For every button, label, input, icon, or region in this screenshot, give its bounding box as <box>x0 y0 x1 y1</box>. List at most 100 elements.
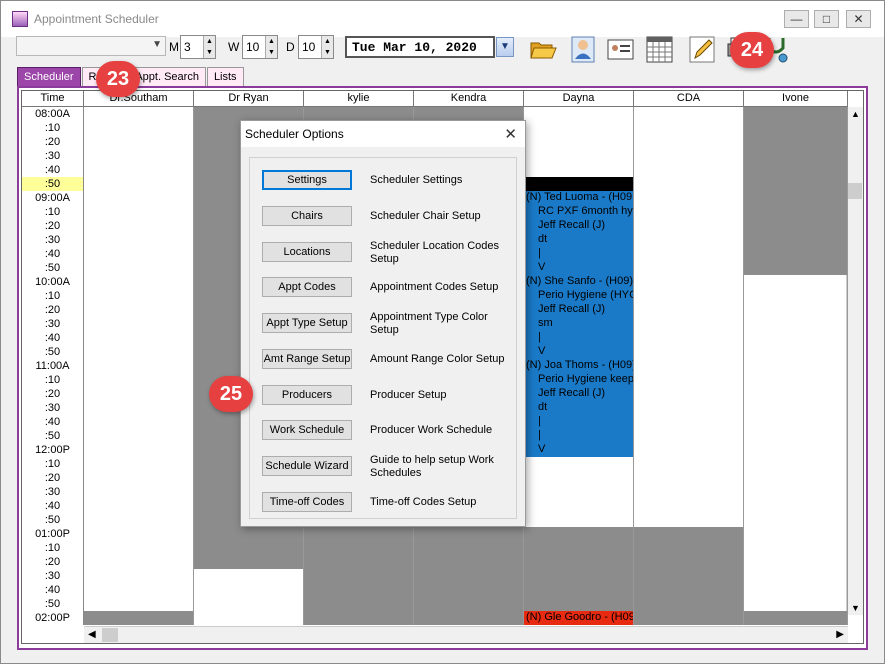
appointment-slot[interactable]: dt <box>524 233 633 247</box>
time-slot-label: :10 <box>22 457 84 471</box>
time-slot-label: :40 <box>22 331 84 345</box>
option-button-work-schedule[interactable]: Work Schedule <box>262 420 352 440</box>
option-button-settings[interactable]: Settings <box>262 170 352 190</box>
schedule-column[interactable] <box>84 107 194 625</box>
column-header[interactable]: Dr Ryan <box>194 91 304 107</box>
appointment-slot[interactable]: sm <box>524 317 633 331</box>
appointment-slot[interactable]: (N) She Sanfo - (H09) <box>524 275 633 289</box>
option-description: Scheduler Settings <box>370 174 463 186</box>
time-slot-label: :30 <box>22 485 84 499</box>
column-header[interactable]: CDA <box>634 91 744 107</box>
appointment-slot[interactable]: Jeff Recall (J) <box>524 303 633 317</box>
column-header[interactable]: Dayna <box>524 91 634 107</box>
option-description: Scheduler Chair Setup <box>370 210 481 222</box>
time-slot-label: :20 <box>22 219 84 233</box>
window-title: Appointment Scheduler <box>34 12 159 26</box>
time-slot-label: :50 <box>22 345 84 359</box>
appointment-slot[interactable]: | <box>524 429 633 443</box>
time-slot-label: :50 <box>22 177 84 191</box>
spin-arrows-icon[interactable]: ▲ ▼ <box>203 36 215 58</box>
appointment-slot[interactable]: RC PXF 6month hyg <box>524 205 633 219</box>
appointment-slot[interactable]: Jeff Recall (J) <box>524 219 633 233</box>
time-slot-label: :10 <box>22 541 84 555</box>
scroll-thumb[interactable] <box>848 183 862 199</box>
time-slot-label: :30 <box>22 233 84 247</box>
scroll-right-icon[interactable]: ▶ <box>836 629 844 640</box>
time-slot-label: :30 <box>22 401 84 415</box>
close-button[interactable]: ✕ <box>846 10 871 28</box>
close-icon[interactable]: ✕ <box>504 125 517 143</box>
week-spinner[interactable]: 10 ▲ ▼ <box>242 35 278 59</box>
time-slot-label: :30 <box>22 569 84 583</box>
tab-lists[interactable]: Lists <box>206 67 244 87</box>
column-header[interactable]: Kendra <box>414 91 524 107</box>
date-dropdown-icon[interactable]: ▼ <box>496 37 514 57</box>
time-slot-label: :20 <box>22 387 84 401</box>
appointment-slot[interactable]: Perio Hygiene (HYC <box>524 289 633 303</box>
option-button-time-off-codes[interactable]: Time-off Codes <box>262 492 352 512</box>
tab-scheduler[interactable]: Scheduler <box>17 67 81 87</box>
month-spinner[interactable]: 3 ▲ ▼ <box>180 35 216 59</box>
option-button-appt-codes[interactable]: Appt Codes <box>262 277 352 297</box>
date-field[interactable]: Tue Mar 10, 2020 <box>345 36 495 58</box>
horizontal-scrollbar[interactable]: ◀ ▶ <box>84 626 848 643</box>
dialog-body: Settings Scheduler Settings Chairs Schedule… <box>249 157 517 519</box>
option-button-locations[interactable]: Locations <box>262 242 352 262</box>
time-slot-label: :30 <box>22 317 84 331</box>
option-description: Producer Work Schedule <box>370 424 493 436</box>
option-button-schedule-wizard[interactable]: Schedule Wizard <box>262 456 352 476</box>
time-slot-label: :20 <box>22 135 84 149</box>
option-button-appt-type-setup[interactable]: Appt Type Setup <box>262 313 352 333</box>
scroll-up-icon[interactable]: ▲ <box>851 109 860 119</box>
dialog-title-bar: Scheduler Options ✕ <box>241 121 525 147</box>
appointment-slot[interactable]: (N) Joa Thoms - (H09) <box>524 359 633 373</box>
scroll-thumb[interactable] <box>102 628 118 642</box>
time-slot-label: :40 <box>22 163 84 177</box>
appointment-slot[interactable]: Jeff Recall (J) <box>524 387 633 401</box>
patient-icon[interactable] <box>568 34 598 64</box>
appointment-slot[interactable]: | <box>524 247 633 261</box>
appointment-slot[interactable]: Perio Hygiene keep <box>524 373 633 387</box>
option-description: Time-off Codes Setup <box>370 496 477 508</box>
option-button-chairs[interactable]: Chairs <box>262 206 352 226</box>
spin-arrows-icon[interactable]: ▲ ▼ <box>321 36 333 58</box>
minimize-button[interactable]: — <box>784 10 809 28</box>
appointment-slot[interactable]: | <box>524 415 633 429</box>
appointment-slot[interactable]: V <box>524 261 633 275</box>
scroll-left-icon[interactable]: ◀ <box>88 629 96 640</box>
option-description: Guide to help setup Work Schedules <box>370 454 494 479</box>
option-button-producers[interactable]: Producers <box>262 385 352 405</box>
appointment-slot[interactable]: | <box>524 331 633 345</box>
scroll-down-icon[interactable]: ▼ <box>851 603 860 613</box>
vertical-scrollbar[interactable]: ▲ ▼ <box>846 107 863 615</box>
id-card-icon[interactable] <box>605 34 635 64</box>
time-slot-label: 10:00A <box>22 275 84 289</box>
option-button-amt-range-setup[interactable]: Amt Range Setup <box>262 349 352 369</box>
appointment-slot[interactable]: V <box>524 443 633 457</box>
time-slot-label: :10 <box>22 205 84 219</box>
column-header[interactable]: kylie <box>304 91 414 107</box>
spin-arrows-icon[interactable]: ▲ ▼ <box>265 36 277 58</box>
time-slot-label: :50 <box>22 597 84 611</box>
appointment-slot[interactable]: V <box>524 345 633 359</box>
week-value: 10 <box>246 40 260 54</box>
day-label: D <box>286 40 295 54</box>
folder-open-icon[interactable] <box>528 34 558 64</box>
column-header[interactable]: Ivone <box>744 91 848 107</box>
appointment-slot[interactable]: dt <box>524 401 633 415</box>
appointment-slot[interactable]: (N) Ted Luoma - (H09 <box>524 191 633 205</box>
provider-combo[interactable]: ▼ <box>16 36 166 56</box>
time-slot-label: :40 <box>22 583 84 597</box>
blocked-time <box>744 107 847 275</box>
maximize-button[interactable]: □ <box>814 10 839 28</box>
day-spinner[interactable]: 10 ▲ ▼ <box>298 35 334 59</box>
edit-pencil-icon[interactable] <box>687 34 717 64</box>
chevron-down-icon[interactable]: ▼ <box>152 39 162 50</box>
blocked-time <box>744 611 847 625</box>
time-slot-label: :10 <box>22 121 84 135</box>
time-slot-label: 09:00A <box>22 191 84 205</box>
calendar-grid-icon[interactable] <box>644 34 674 64</box>
option-description: Appointment Codes Setup <box>370 281 499 293</box>
appointment-slot[interactable]: (N) Gle Goodro - (H09 <box>524 611 633 625</box>
column-header[interactable]: Dr.Southam <box>84 91 194 107</box>
